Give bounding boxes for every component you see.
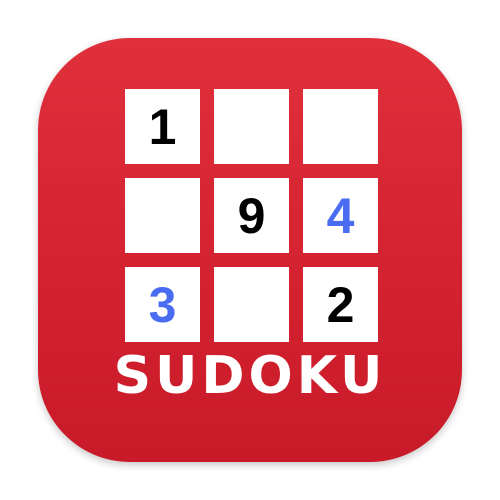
- grid-cell: 2: [303, 267, 378, 342]
- cell-digit: 2: [326, 276, 355, 333]
- sudoku-app-icon[interactable]: 1 9 4 3 2 SUDOKU: [38, 38, 462, 462]
- sudoku-grid: 1 9 4 3 2: [125, 89, 378, 342]
- grid-cell: [214, 267, 289, 342]
- grid-cell: 3: [125, 267, 200, 342]
- cell-digit: 9: [237, 187, 266, 244]
- grid-cell: [214, 89, 289, 164]
- grid-cell: 9: [214, 178, 289, 253]
- grid-cell: 1: [125, 89, 200, 164]
- cell-digit: 1: [148, 98, 177, 155]
- grid-cell: 4: [303, 178, 378, 253]
- cell-digit: 4: [326, 187, 355, 244]
- app-title: SUDOKU: [113, 346, 387, 406]
- grid-cell: [303, 89, 378, 164]
- cell-digit: 3: [148, 276, 177, 333]
- grid-cell: [125, 178, 200, 253]
